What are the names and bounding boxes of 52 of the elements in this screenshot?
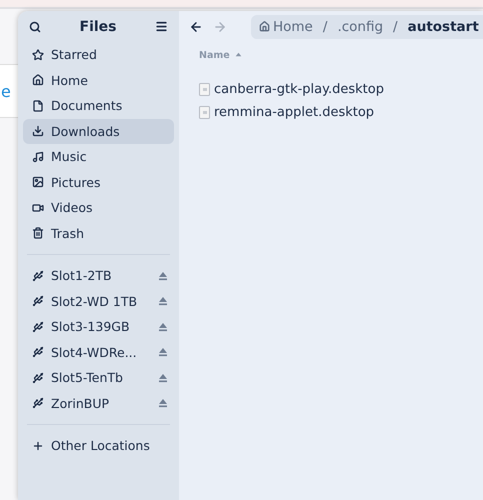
path-separator: / xyxy=(322,18,328,34)
music-note-icon xyxy=(32,150,44,163)
path-button[interactable]: autostart xyxy=(408,18,479,34)
usb-icon xyxy=(32,372,44,384)
eject-icon[interactable] xyxy=(158,372,168,383)
sort-icon xyxy=(234,52,242,59)
back-button[interactable] xyxy=(189,20,203,34)
path-separator: / xyxy=(393,18,398,34)
image-icon xyxy=(32,176,44,188)
home-icon xyxy=(32,74,44,86)
file-icon xyxy=(199,83,210,96)
file-row[interactable]: remmina-applet.desktop xyxy=(179,101,483,124)
sidebar-item[interactable]: Slot5-TenTb xyxy=(23,365,174,390)
sidebar-item[interactable]: Slot3-139GB xyxy=(23,314,174,340)
sidebar-item[interactable]: ZorinBUP xyxy=(23,390,174,416)
menu-button[interactable] xyxy=(155,20,168,33)
document-icon xyxy=(32,100,44,112)
star-icon xyxy=(32,48,44,61)
file-icon xyxy=(199,106,210,119)
path-button[interactable]: Home xyxy=(259,18,313,34)
file-row[interactable]: canberra-gtk-play.desktop xyxy=(179,78,483,101)
path-button[interactable]: .config xyxy=(337,18,384,34)
eject-icon[interactable] xyxy=(158,296,168,306)
trash-icon xyxy=(32,227,44,240)
plus-icon xyxy=(32,440,44,452)
sidebar-item[interactable]: Music xyxy=(23,144,174,170)
usb-icon xyxy=(32,295,44,308)
sidebar-item[interactable]: Home xyxy=(23,68,174,93)
usb-icon xyxy=(32,270,44,282)
sidebar-item[interactable]: Starred xyxy=(23,42,174,68)
sidebar-item[interactable]: Documents xyxy=(23,93,174,118)
eject-icon[interactable] xyxy=(158,347,168,358)
eject-icon[interactable] xyxy=(158,322,168,332)
sidebar-item[interactable]: Videos xyxy=(23,195,174,220)
usb-icon xyxy=(32,397,44,410)
usb-icon xyxy=(32,320,44,333)
download-icon xyxy=(32,125,44,138)
home-icon xyxy=(259,21,270,32)
usb-icon xyxy=(32,346,44,358)
sidebar-item[interactable]: Downloads xyxy=(23,118,174,144)
sidebar-title: Files xyxy=(80,18,116,34)
sidebar-item[interactable]: Pictures xyxy=(23,170,174,195)
eject-icon[interactable] xyxy=(158,270,168,281)
sidebar-item[interactable]: Slot4-WDRe... xyxy=(23,340,174,365)
video-camera-icon xyxy=(32,202,44,214)
search-button[interactable] xyxy=(29,20,41,32)
eject-icon[interactable] xyxy=(158,398,168,408)
page-text: e xyxy=(1,82,11,101)
sidebar-item[interactable]: Other Locations xyxy=(23,433,174,458)
sidebar-item[interactable]: Slot2-WD 1TB xyxy=(23,288,174,314)
sidebar-item[interactable]: Trash xyxy=(23,220,174,246)
sidebar-item[interactable]: Slot1-2TB xyxy=(23,263,174,288)
